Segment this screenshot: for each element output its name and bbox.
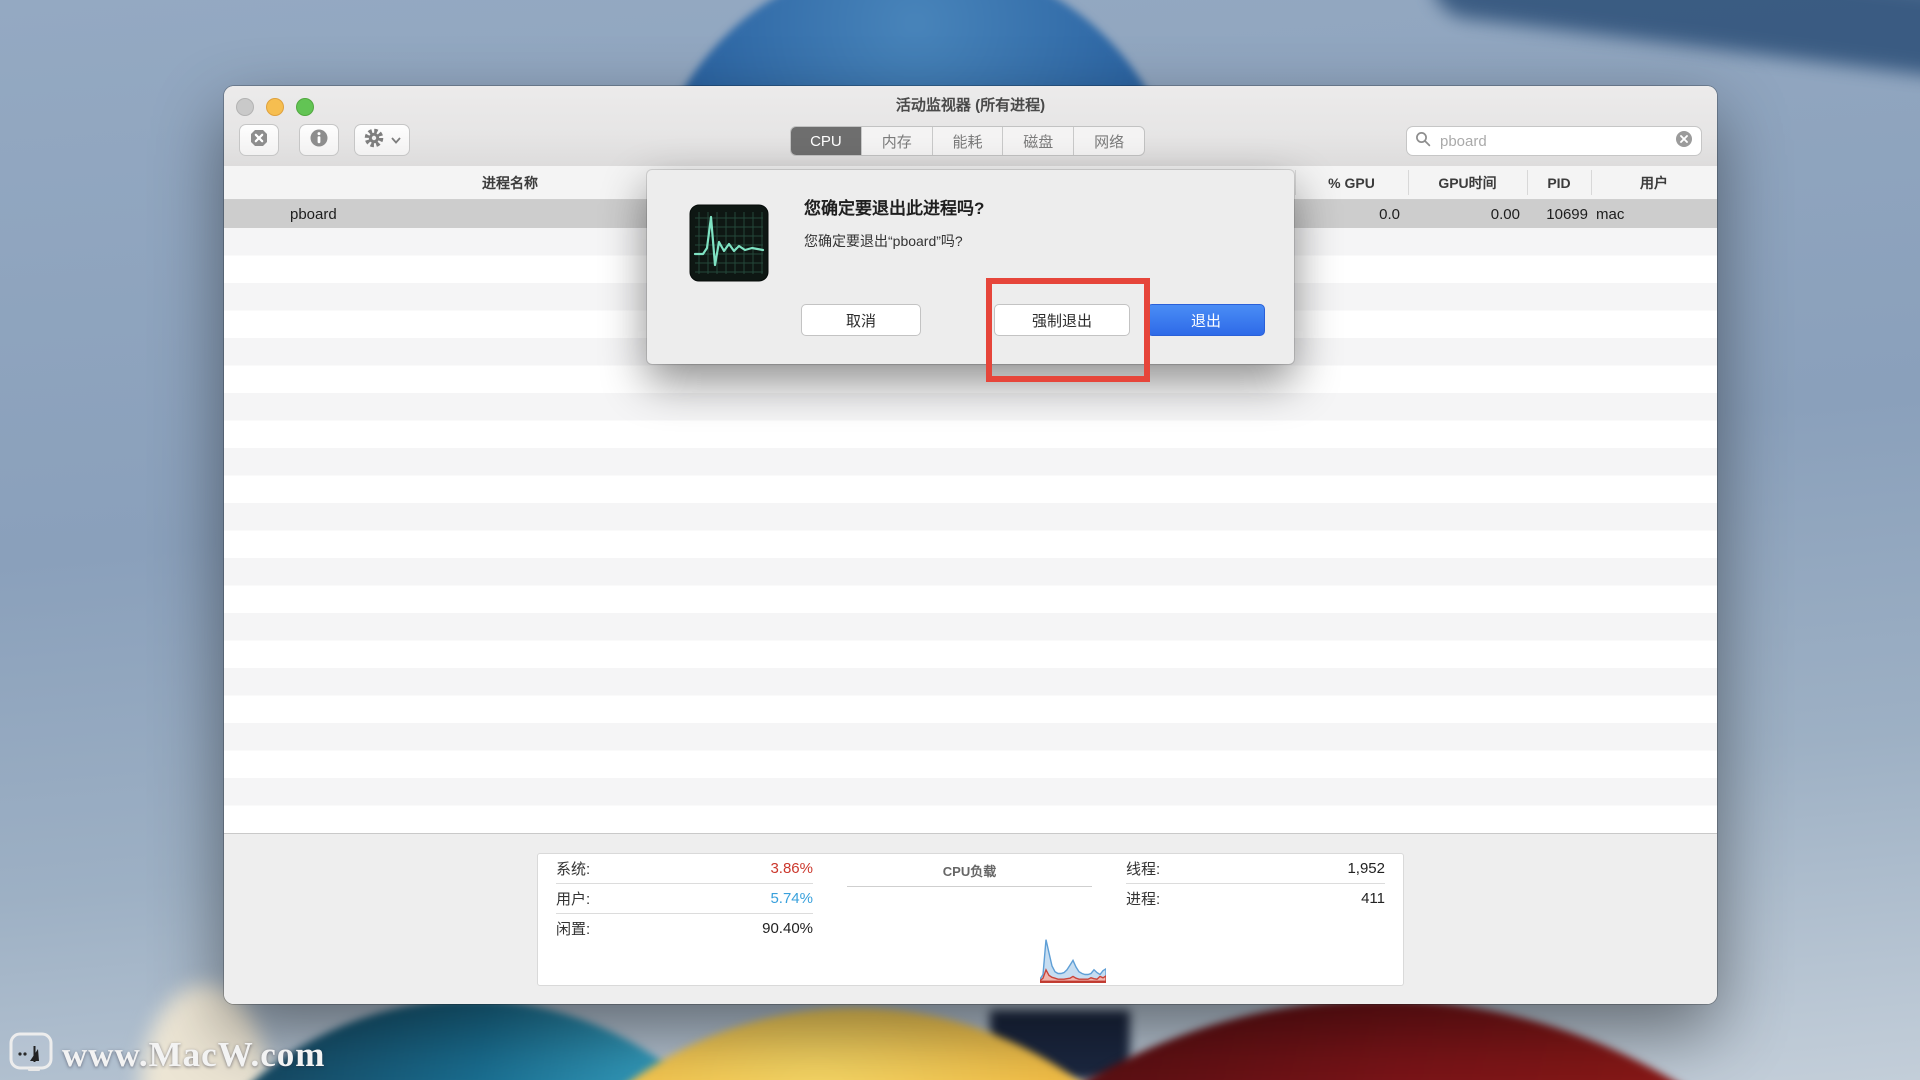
tab-energy[interactable]: 能耗 xyxy=(931,127,1003,155)
process-name-cell: pboard xyxy=(290,205,337,223)
quit-process-dialog: 您确定要退出此进程吗? 您确定要退出“pboard”吗? 取消 强制退出 退出 xyxy=(647,170,1294,382)
window-title: 活动监视器 (所有进程) xyxy=(895,97,1046,114)
stat-row-system: 系统: 3.86% xyxy=(556,854,813,884)
gear-icon xyxy=(363,127,385,154)
tab-disk[interactable]: 磁盘 xyxy=(1002,127,1073,155)
stat-value: 3.86% xyxy=(770,860,813,877)
watermark-text: www.MacW.com xyxy=(62,1034,326,1074)
stat-row-processes: 进程: 411 xyxy=(1126,884,1385,913)
column-header-gpu-time[interactable]: GPU时间 xyxy=(1408,166,1527,200)
window-chrome: 活动监视器 (所有进程) CPU 内存 能耗 磁盘 网络 pboard xyxy=(224,86,1717,167)
stat-value: 90.40% xyxy=(762,920,813,937)
stat-label: 系统: xyxy=(556,861,591,878)
dialog-title: 您确定要退出此进程吗? xyxy=(804,199,985,218)
cpu-load-chart xyxy=(1040,939,1106,983)
activity-monitor-app-icon xyxy=(689,204,769,287)
dialog-message: 您确定要退出“pboard”吗? xyxy=(804,233,963,249)
view-segmented-control: CPU 内存 能耗 磁盘 网络 xyxy=(790,126,1145,156)
column-header-pid[interactable]: PID xyxy=(1527,166,1591,200)
desktop: www.MacW.com 活动监视器 (所有进程) CPU 内存 能耗 磁盘 网… xyxy=(0,0,1920,1080)
stat-value: 411 xyxy=(1361,890,1385,907)
tab-cpu[interactable]: CPU xyxy=(791,127,861,155)
watermark: www.MacW.com xyxy=(8,1028,325,1080)
column-header-user[interactable]: 用户 xyxy=(1591,166,1717,200)
cancel-button[interactable]: 取消 xyxy=(801,304,921,336)
settings-menu-button[interactable] xyxy=(354,124,410,156)
stat-label: 线程: xyxy=(1126,861,1161,878)
quit-process-icon xyxy=(249,128,269,153)
pid-cell: 10699 xyxy=(1546,205,1588,223)
inspect-process-button[interactable] xyxy=(299,124,339,156)
stat-row-threads: 线程: 1,952 xyxy=(1126,854,1385,884)
stat-value: 1,952 xyxy=(1347,860,1385,877)
tab-memory[interactable]: 内存 xyxy=(860,127,932,155)
stat-label: 用户: xyxy=(556,891,591,908)
quit-process-button[interactable] xyxy=(239,124,279,156)
wallpaper-dark-streak xyxy=(1426,0,1920,82)
user-cell: mac xyxy=(1596,205,1625,223)
stat-label: 闲置: xyxy=(556,921,591,938)
stat-row-user: 用户: 5.74% xyxy=(556,884,813,914)
stat-row-idle: 闲置: 90.40% xyxy=(556,914,813,943)
macw-logo-icon xyxy=(8,1028,54,1080)
tab-network[interactable]: 网络 xyxy=(1073,127,1144,155)
stat-label: 进程: xyxy=(1126,891,1161,908)
annotation-highlight-box xyxy=(986,278,1150,382)
activity-monitor-window: 活动监视器 (所有进程) CPU 内存 能耗 磁盘 网络 pboard 进程名称… xyxy=(224,86,1717,1004)
footer-stats: 系统: 3.86% 用户: 5.74% 闲置: 90.40% CPU负载 线程:… xyxy=(224,833,1717,1004)
gpu-time-cell: 0.00 xyxy=(1490,205,1520,223)
cpu-usage-panel: 系统: 3.86% 用户: 5.74% 闲置: 90.40% xyxy=(537,853,832,986)
column-header-gpu[interactable]: % GPU xyxy=(1295,166,1408,200)
gpu-cell: 0.0 xyxy=(1379,205,1400,223)
cpu-load-title: CPU负载 xyxy=(942,864,997,879)
search-field[interactable] xyxy=(1406,126,1702,156)
cpu-load-divider xyxy=(847,886,1092,887)
clear-search-icon[interactable] xyxy=(1675,130,1693,153)
info-icon xyxy=(309,128,329,153)
stat-value: 5.74% xyxy=(770,890,813,907)
cpu-load-panel: CPU负载 xyxy=(831,853,1109,986)
process-stats-panel: 线程: 1,952 进程: 411 xyxy=(1108,853,1404,986)
search-input[interactable] xyxy=(1438,131,1668,151)
quit-button[interactable]: 退出 xyxy=(1147,304,1265,336)
chevron-down-icon xyxy=(391,131,401,149)
search-icon xyxy=(1415,131,1431,152)
